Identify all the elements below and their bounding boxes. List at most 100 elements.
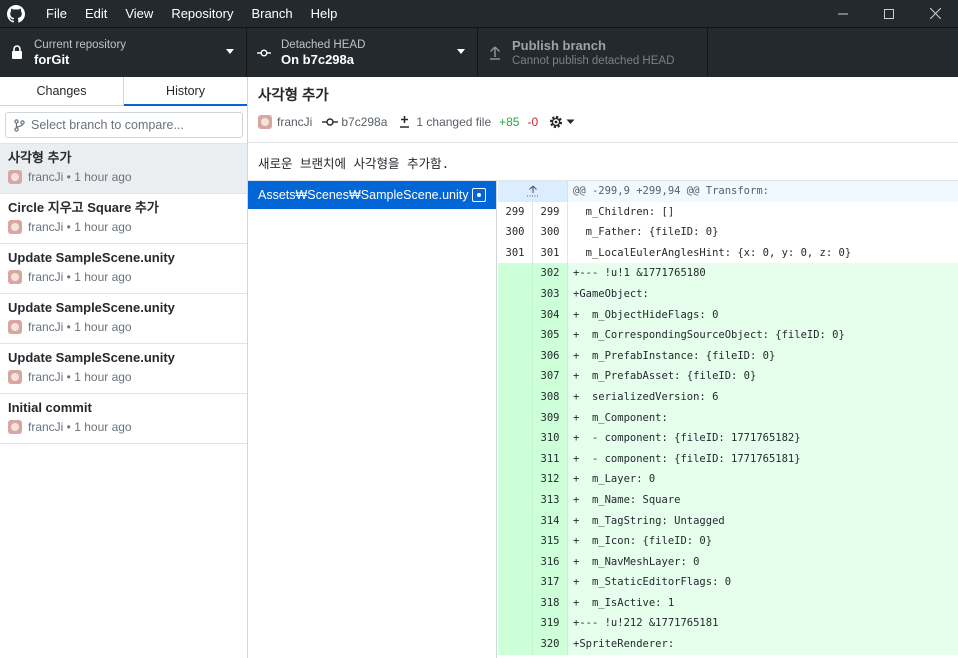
avatar: [8, 370, 22, 384]
tab-history[interactable]: History: [123, 77, 247, 106]
diff-line-text: + - component: {fileID: 1771765182}: [573, 432, 801, 445]
new-line-number: 308: [533, 386, 568, 408]
commit-sha[interactable]: b7c298a: [322, 115, 387, 129]
commit-description: 새로운 브랜치에 사각형을 추가함.: [248, 143, 958, 181]
new-line-number: 304: [533, 304, 568, 326]
avatar: [8, 270, 22, 284]
menu-repository[interactable]: Repository: [162, 0, 242, 27]
diff-line-text: +GameObject:: [573, 287, 649, 300]
diff-line[interactable]: 301 301 m_LocalEulerAnglesHint: {x: 0, y:…: [498, 242, 958, 264]
current-repository-button[interactable]: Current repository forGit: [0, 28, 247, 77]
close-icon: [929, 8, 941, 19]
maximize-icon: [884, 8, 894, 19]
commit-list-item[interactable]: Initial commit francJi • 1 hour ago: [0, 394, 247, 444]
diff-line[interactable]: 302 +--- !u!1 &1771765180: [498, 263, 958, 284]
new-line-number: 314: [533, 510, 568, 532]
diff-line[interactable]: 308 + serializedVersion: 6: [498, 386, 958, 408]
publish-branch-button[interactable]: Publish branch Cannot publish detached H…: [478, 28, 708, 77]
diff-line[interactable]: 307 + m_PrefabAsset: {fileID: 0}: [498, 366, 958, 387]
git-branch-icon: [14, 118, 25, 132]
diff-line[interactable]: 311 + - component: {fileID: 1771765181}: [498, 448, 958, 470]
diff-line[interactable]: 318 + m_IsActive: 1: [498, 592, 958, 614]
additions-count: +85: [499, 115, 520, 129]
diff-line[interactable]: 303 +GameObject:: [498, 283, 958, 305]
chevron-down-icon: [457, 49, 465, 54]
diff-line[interactable]: 314 + m_TagString: Untagged: [498, 510, 958, 532]
diff-line[interactable]: 310 + - component: {fileID: 1771765182}: [498, 428, 958, 449]
deletions-count: -0: [527, 115, 539, 129]
old-line-number: [498, 325, 533, 346]
new-line-number: 307: [533, 366, 568, 387]
minimize-button[interactable]: [820, 0, 866, 27]
current-branch-button[interactable]: Detached HEAD On b7c298a: [247, 28, 478, 77]
new-line-number: 310: [533, 428, 568, 449]
diff-line[interactable]: 320 +SpriteRenderer:: [498, 634, 958, 655]
compare-branch-input[interactable]: Select branch to compare...: [5, 112, 243, 138]
old-line-number: [498, 263, 533, 284]
new-line-number: 315: [533, 531, 568, 552]
menu-file[interactable]: File: [37, 0, 76, 27]
diff-line-text: + m_IsActive: 1: [573, 596, 675, 609]
tab-changes[interactable]: Changes: [0, 77, 123, 105]
maximize-button[interactable]: [866, 0, 912, 27]
new-line-number: 316: [533, 551, 568, 573]
commit-list-item-meta: francJi • 1 hour ago: [8, 320, 239, 334]
expand-up-icon: [526, 185, 539, 197]
compare-branch-placeholder: Select branch to compare...: [31, 118, 184, 132]
menu-edit[interactable]: Edit: [76, 0, 116, 27]
file-list-item[interactable]: Assets₩Scenes₩SampleScene.unity: [248, 181, 496, 209]
diff-line[interactable]: 309 + m_Component:: [498, 407, 958, 429]
diff-line[interactable]: 300 300 m_Father: {fileID: 0}: [498, 222, 958, 243]
commit-list-item-author-time: francJi • 1 hour ago: [28, 370, 132, 384]
commit-list-item[interactable]: Circle 지우고 Square 추가 francJi • 1 hour ago: [0, 194, 247, 244]
diff-line-text: m_LocalEulerAnglesHint: {x: 0, y: 0, z: …: [573, 246, 852, 259]
current-repository-label: Current repository: [34, 38, 127, 51]
diff-options-button[interactable]: [548, 114, 575, 130]
publish-branch-subtitle: Cannot publish detached HEAD: [512, 54, 675, 67]
diff-line[interactable]: 312 + m_Layer: 0: [498, 469, 958, 490]
git-commit-icon: [257, 45, 271, 61]
old-line-number: 301: [498, 242, 533, 264]
commit-list-item[interactable]: Update SampleScene.unity francJi • 1 hour…: [0, 244, 247, 294]
new-line-number: 318: [533, 592, 568, 614]
close-button[interactable]: [912, 0, 958, 27]
changed-files: 1 changed file: [399, 115, 491, 129]
menu-view[interactable]: View: [116, 0, 162, 27]
window-controls: [820, 0, 958, 27]
diff-line[interactable]: 317 + m_StaticEditorFlags: 0: [498, 572, 958, 593]
diff-line-text: + m_Icon: {fileID: 0}: [573, 535, 713, 548]
expand-up-button[interactable]: [498, 181, 568, 202]
commit-list-item[interactable]: Update SampleScene.unity francJi • 1 hour…: [0, 294, 247, 344]
diff-line[interactable]: 306 + m_PrefabInstance: {fileID: 0}: [498, 345, 958, 367]
avatar: [258, 115, 272, 129]
lock-icon: [10, 45, 24, 61]
diff-line[interactable]: 304 + m_ObjectHideFlags: 0: [498, 304, 958, 326]
commit-list-item-title: Update SampleScene.unity: [8, 250, 175, 265]
old-line-number: [498, 428, 533, 449]
diff-line[interactable]: 299 299 m_Children: []: [498, 201, 958, 223]
menu-help[interactable]: Help: [302, 0, 347, 27]
commit-list-item[interactable]: 사각형 추가 francJi • 1 hour ago: [0, 144, 247, 194]
old-line-number: [498, 407, 533, 429]
avatar: [8, 220, 22, 234]
changed-files-count: 1 changed file: [416, 115, 492, 129]
diff-line[interactable]: 315 + m_Icon: {fileID: 0}: [498, 531, 958, 552]
commit-list-item[interactable]: Update SampleScene.unity francJi • 1 hour…: [0, 344, 247, 394]
minimize-icon: [838, 13, 848, 14]
commit-list-item-author-time: francJi • 1 hour ago: [28, 320, 132, 334]
github-logo-icon[interactable]: [7, 4, 25, 23]
diff-line-text: + m_StaticEditorFlags: 0: [573, 576, 732, 589]
diff-line[interactable]: 313 + m_Name: Square: [498, 489, 958, 511]
old-line-number: [498, 469, 533, 490]
commit-list-item-author-time: francJi • 1 hour ago: [28, 220, 132, 234]
diff-line[interactable]: 305 + m_CorrespondingSourceObject: {fileI…: [498, 325, 958, 346]
old-line-number: [498, 345, 533, 367]
diff-hunk-text: @@ -299,9 +299,94 @@ Transform:: [573, 185, 769, 197]
diff-line-text: +--- !u!1 &1771765180: [573, 267, 706, 280]
diff-line[interactable]: 316 + m_NavMeshLayer: 0: [498, 551, 958, 573]
menu-branch[interactable]: Branch: [242, 0, 301, 27]
commit-sha-value: b7c298a: [341, 115, 388, 129]
old-line-number: [498, 386, 533, 408]
diff-line[interactable]: 319 +--- !u!212 &1771765181: [498, 613, 958, 635]
diff-line-text: + serializedVersion: 6: [573, 390, 719, 403]
